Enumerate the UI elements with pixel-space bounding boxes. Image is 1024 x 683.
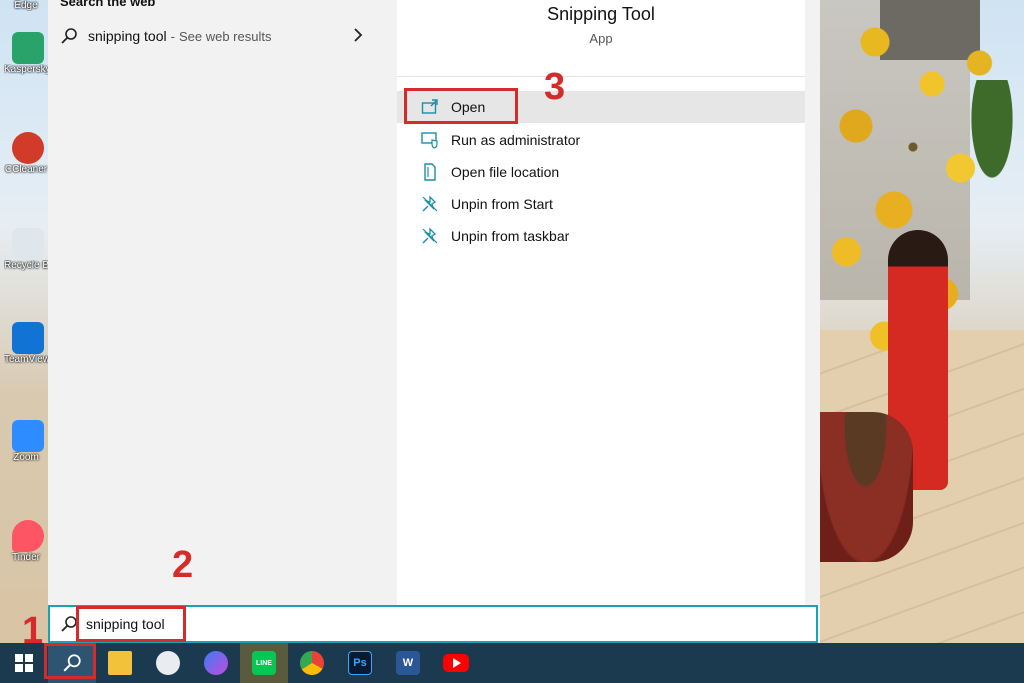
paint-icon: [156, 651, 180, 675]
taskbar-chrome[interactable]: [288, 643, 336, 683]
annotation-step-3: 3: [544, 66, 566, 108]
windows-logo-icon: [15, 654, 33, 672]
action-label: Run as administrator: [451, 132, 581, 148]
desktop-icon-zoom[interactable]: Zoom: [8, 420, 48, 463]
recycle-bin-icon: [12, 228, 44, 260]
chevron-right-icon[interactable]: [351, 28, 365, 42]
open-file-location-action[interactable]: Open file location: [397, 156, 805, 188]
taskbar-messenger[interactable]: [192, 643, 240, 683]
annotation-box-open: [404, 88, 518, 124]
unpin-from-start-action[interactable]: Unpin from Start: [397, 188, 805, 220]
action-label: Unpin from Start: [451, 196, 553, 212]
youtube-icon: [443, 654, 469, 672]
action-label: Open file location: [451, 164, 560, 180]
search-icon: [61, 28, 77, 44]
divider: [397, 76, 805, 77]
unpin-icon: [422, 227, 438, 244]
desktop-icon-tinder[interactable]: Tinder: [8, 520, 48, 563]
tinder-icon: [12, 520, 44, 552]
taskbar-line[interactable]: LINE: [240, 643, 288, 683]
desktop-icon-label: Zoom: [13, 452, 39, 463]
annotation-step-1: 1: [22, 610, 44, 652]
teamviewer-icon: [12, 322, 44, 354]
desktop-icon-label: CCleaner: [4, 164, 48, 175]
search-results-list: Search the web snipping tool - See web r…: [48, 0, 385, 605]
desktop-icon-ccleaner[interactable]: CCleaner: [5, 132, 48, 175]
run-as-administrator-action[interactable]: Run as administrator: [397, 124, 805, 156]
zoom-icon: [12, 420, 44, 452]
file-location-icon: [424, 163, 436, 181]
desktop-icon-kaspersky[interactable]: Kaspersky Total Security: [4, 32, 48, 75]
annotation-box-search-text: [76, 606, 186, 642]
desktop-icon-label: TeamViewer: [4, 354, 48, 365]
shield-window-icon: [421, 132, 438, 149]
wallpaper-pot: [818, 412, 913, 562]
action-label: Unpin from taskbar: [451, 228, 570, 244]
section-header-search-web: Search the web: [60, 0, 156, 9]
unpin-icon: [422, 195, 438, 212]
taskbar-paint[interactable]: [144, 643, 192, 683]
web-result-title: snipping tool: [88, 28, 167, 44]
desktop-icon-label: Kaspersky Total Security: [4, 64, 48, 75]
desktop-icon-recycle-bin[interactable]: Recycle Bin: [4, 228, 48, 271]
desktop-icon-edge[interactable]: Edge: [8, 0, 48, 11]
photoshop-icon: Ps: [348, 651, 372, 675]
app-type: App: [589, 31, 613, 46]
app-title: Snipping Tool: [547, 4, 655, 24]
ccleaner-icon: [12, 132, 44, 164]
taskbar: LINE Ps W: [0, 643, 1024, 683]
taskbar-file-explorer[interactable]: [96, 643, 144, 683]
messenger-icon: [204, 651, 228, 675]
unpin-from-taskbar-action[interactable]: Unpin from taskbar: [397, 220, 805, 252]
annotation-box-search-button: [44, 643, 96, 679]
web-result-separator: -: [170, 28, 175, 44]
desktop-icon-label: Edge: [14, 0, 38, 11]
chrome-icon: [300, 651, 324, 675]
taskbar-youtube[interactable]: [432, 643, 480, 683]
folder-icon: [108, 651, 132, 675]
kaspersky-icon: [12, 32, 44, 64]
annotation-step-2: 2: [172, 544, 194, 586]
desktop-icon-label: Recycle Bin: [4, 260, 48, 271]
word-icon: W: [396, 651, 420, 675]
taskbar-word[interactable]: W: [384, 643, 432, 683]
desktop-icons: Edge Kaspersky Total Security CCleaner R…: [0, 0, 48, 643]
desktop-icon-label: Tinder: [12, 552, 40, 563]
web-result-item[interactable]: snipping tool - See web results: [48, 20, 385, 52]
desktop-icon-teamviewer[interactable]: TeamViewer: [4, 322, 48, 365]
line-icon: LINE: [252, 651, 276, 675]
web-result-hint: See web results: [178, 28, 272, 44]
taskbar-photoshop[interactable]: Ps: [336, 643, 384, 683]
